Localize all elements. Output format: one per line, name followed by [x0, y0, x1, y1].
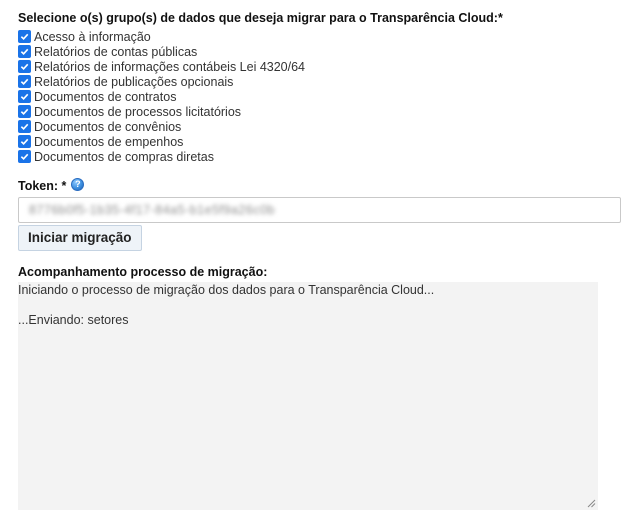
- group-item-contas-publicas[interactable]: Relatórios de contas públicas: [18, 44, 623, 59]
- checkbox[interactable]: [18, 45, 31, 58]
- log-line: ...Enviando: setores: [18, 313, 129, 327]
- checkbox[interactable]: [18, 30, 31, 43]
- log-line: Iniciando o processo de migração dos dad…: [18, 283, 435, 297]
- group-item-label: Documentos de empenhos: [34, 134, 184, 149]
- token-value: 8776b0f5-1b35-4f17-84a5-b1e5f9a26c0b: [29, 203, 275, 217]
- group-item-label: Documentos de contratos: [34, 89, 177, 104]
- group-item-label: Documentos de convênios: [34, 119, 182, 134]
- migration-form: Selecione o(s) grupo(s) de dados que des…: [18, 10, 623, 510]
- group-item-empenhos[interactable]: Documentos de empenhos: [18, 134, 623, 149]
- checkbox[interactable]: [18, 120, 31, 133]
- group-item-compras-diretas[interactable]: Documentos de compras diretas: [18, 149, 623, 164]
- group-item-processos-licitatorios[interactable]: Documentos de processos licitatórios: [18, 104, 623, 119]
- checkbox[interactable]: [18, 90, 31, 103]
- group-item-label: Acesso à informação: [34, 29, 151, 44]
- group-item-label: Relatórios de publicações opcionais: [34, 74, 234, 89]
- checkbox[interactable]: [18, 135, 31, 148]
- group-item-label: Documentos de compras diretas: [34, 149, 214, 164]
- token-label-row: Token: * ?: [18, 177, 623, 194]
- groups-title: Selecione o(s) grupo(s) de dados que des…: [18, 11, 503, 25]
- group-item-publicacoes-opcionais[interactable]: Relatórios de publicações opcionais: [18, 74, 623, 89]
- group-item-label: Documentos de processos licitatórios: [34, 104, 242, 119]
- token-label: Token: *: [18, 179, 67, 193]
- groups-checkbox-list: Acesso à informação Relatórios de contas…: [18, 29, 623, 164]
- checkbox[interactable]: [18, 105, 31, 118]
- token-input[interactable]: 8776b0f5-1b35-4f17-84a5-b1e5f9a26c0b: [18, 197, 621, 223]
- group-item-convenios[interactable]: Documentos de convênios: [18, 119, 623, 134]
- group-item-contratos[interactable]: Documentos de contratos: [18, 89, 623, 104]
- group-item-acesso-informacao[interactable]: Acesso à informação: [18, 29, 623, 44]
- log-title: Acompanhamento processo de migração:: [18, 265, 268, 279]
- help-icon[interactable]: ?: [71, 177, 85, 191]
- resize-grip-icon[interactable]: [587, 499, 596, 508]
- group-item-info-contabeis[interactable]: Relatórios de informações contábeis Lei …: [18, 59, 623, 74]
- group-item-label: Relatórios de informações contábeis Lei …: [34, 59, 306, 74]
- start-migration-button[interactable]: Iniciar migração: [18, 225, 142, 251]
- checkbox[interactable]: [18, 150, 31, 163]
- group-item-label: Relatórios de contas públicas: [34, 44, 198, 59]
- checkbox[interactable]: [18, 75, 31, 88]
- log-line-blank: [18, 298, 598, 313]
- migration-log-textarea[interactable]: Iniciando o processo de migração dos dad…: [18, 282, 598, 510]
- checkbox[interactable]: [18, 60, 31, 73]
